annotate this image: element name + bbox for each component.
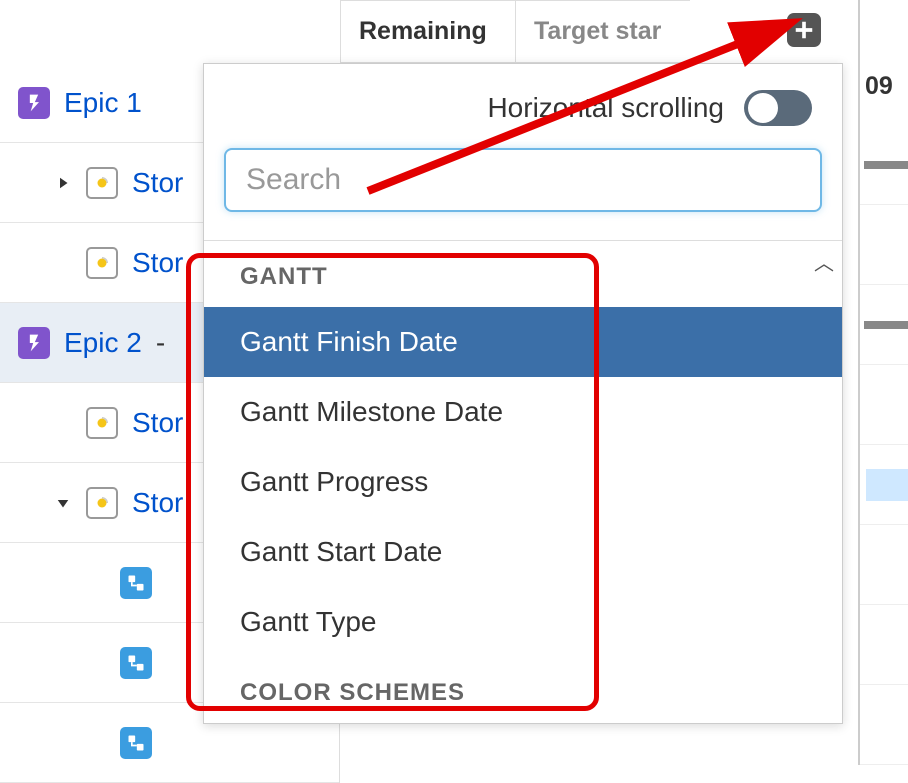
- story-icon: [86, 407, 118, 439]
- item-gantt-start-date[interactable]: Gantt Start Date: [204, 517, 842, 587]
- subtask-icon: [120, 567, 152, 599]
- timeline-date-label: 09: [865, 72, 893, 101]
- group-header-color-schemes: COLOR SCHEMES: [204, 657, 842, 723]
- horizontal-scrolling-label: Horizontal scrolling: [487, 92, 724, 124]
- add-column-button[interactable]: [787, 13, 821, 47]
- item-gantt-milestone-date[interactable]: Gantt Milestone Date: [204, 377, 842, 447]
- tree-label: Epic 2: [64, 327, 142, 359]
- search-input[interactable]: [224, 148, 822, 212]
- timeline-header: [858, 0, 908, 125]
- subtask-icon: [120, 727, 152, 759]
- story-icon: [86, 487, 118, 519]
- tree-dash: -: [156, 327, 165, 359]
- tree-label: Epic 1: [64, 87, 142, 119]
- column-list-area: ︿ GANTT Gantt Finish Date Gantt Mileston…: [204, 240, 842, 723]
- subtask-icon: [120, 647, 152, 679]
- column-headers: Remaining Target star: [340, 0, 690, 63]
- story-icon: [86, 167, 118, 199]
- gantt-strip: [858, 125, 908, 765]
- horizontal-scrolling-toggle[interactable]: [744, 90, 812, 126]
- gantt-bar-light[interactable]: [866, 469, 908, 501]
- tree-label: Stor: [132, 247, 183, 279]
- tree-label: Stor: [132, 487, 183, 519]
- column-target-start[interactable]: Target star: [515, 1, 690, 62]
- epic-icon: [18, 327, 50, 359]
- story-icon: [86, 247, 118, 279]
- gantt-bar[interactable]: [864, 161, 908, 169]
- scroll-up-icon[interactable]: ︿: [814, 247, 834, 276]
- caret-down-icon[interactable]: [54, 494, 72, 512]
- column-remaining[interactable]: Remaining: [340, 1, 515, 62]
- group-header-gantt: GANTT: [204, 241, 842, 307]
- toggle-knob: [748, 93, 778, 123]
- tree-label: Stor: [132, 407, 183, 439]
- item-gantt-finish-date[interactable]: Gantt Finish Date: [204, 307, 842, 377]
- plus-icon: [793, 19, 815, 41]
- add-column-popup: Horizontal scrolling ︿ GANTT Gantt Finis…: [203, 63, 843, 724]
- item-gantt-type[interactable]: Gantt Type: [204, 587, 842, 657]
- tree-label: Stor: [132, 167, 183, 199]
- epic-icon: [18, 87, 50, 119]
- gantt-bar[interactable]: [864, 321, 908, 329]
- item-gantt-progress[interactable]: Gantt Progress: [204, 447, 842, 517]
- caret-right-icon[interactable]: [54, 174, 72, 192]
